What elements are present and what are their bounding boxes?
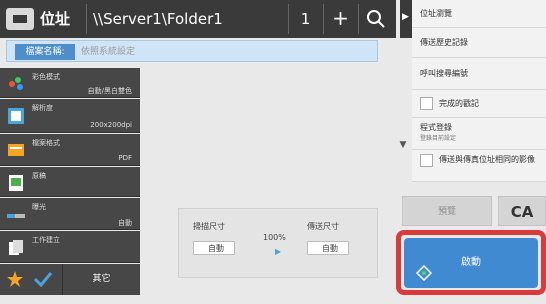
menu-item-file-format[interactable]: 檔案格式 PDF — [0, 134, 140, 166]
send-history-item[interactable]: 傳送歷史記錄 — [412, 28, 546, 58]
menu-value: PDF — [118, 154, 132, 162]
confirm-button[interactable] — [32, 270, 54, 288]
file-format-icon — [6, 140, 26, 160]
menu-title: 彩色模式 — [32, 73, 60, 81]
ca-button[interactable]: CA — [498, 196, 546, 226]
address-label: 位址 — [40, 10, 71, 28]
scroll-down-icon[interactable]: ▼ — [396, 138, 410, 152]
start-label: 啟動 — [461, 257, 481, 268]
color-mode-icon — [6, 74, 26, 94]
menu-item-color-mode[interactable]: 彩色模式 自動/黑白雙色 — [0, 68, 140, 98]
menu-title: 檔案格式 — [32, 139, 60, 147]
exposure-icon — [6, 206, 26, 226]
menu-value: 自動/黑白雙色 — [87, 87, 132, 95]
sidebar-toggle[interactable]: ▶ — [400, 0, 412, 38]
same-image-item[interactable]: 傳送與傳真位址相同的影像 — [412, 150, 546, 182]
checkbox[interactable] — [420, 97, 433, 110]
menu-title: 曝光 — [32, 203, 46, 211]
menu-item-original[interactable]: 原稿 — [0, 167, 140, 197]
scan-size-label: 掃描尺寸 — [193, 222, 225, 231]
size-panel[interactable]: 掃描尺寸 傳送尺寸 自動 100% ▶ 自動 — [178, 208, 378, 278]
arrow-right-icon: ▶ — [275, 247, 282, 256]
resolution-icon — [6, 106, 26, 126]
job-build-icon — [6, 238, 26, 258]
bottom-bar: 其它 — [0, 264, 140, 295]
menu-item-exposure[interactable]: 曝光 自動 — [0, 198, 140, 230]
send-size-value[interactable]: 自動 — [307, 241, 349, 255]
preview-button[interactable]: 預覽 — [402, 196, 492, 226]
collapse-icon: ▶ — [402, 12, 409, 22]
menu-title: 工作建立 — [32, 236, 60, 244]
ratio-value: 100% — [263, 233, 286, 242]
same-image-label: 傳送與傳真位址相同的影像 — [439, 155, 535, 164]
address-book-button[interactable] — [6, 8, 34, 30]
call-search-number-item[interactable]: 呼叫搜尋編號 — [412, 58, 546, 90]
address-count: 1 — [288, 4, 322, 34]
menu-title: 原稿 — [32, 172, 46, 180]
filename-input[interactable]: 依照系統設定 — [81, 44, 281, 60]
address-browse-item[interactable]: 位址瀏覽 — [412, 0, 546, 28]
search-icon — [367, 10, 385, 28]
menu-value: 200x200dpi — [90, 121, 132, 129]
add-address-button[interactable]: + — [323, 4, 357, 34]
start-button[interactable]: 啟動 — [404, 238, 538, 288]
send-size-label: 傳送尺寸 — [307, 222, 339, 231]
filename-label: 檔案名稱: — [15, 44, 75, 60]
menu-item-resolution[interactable]: 解析度 200x200dpi — [0, 99, 140, 133]
address-book-icon — [13, 15, 27, 23]
other-button[interactable]: 其它 — [62, 264, 140, 295]
checkmark-icon — [33, 272, 53, 288]
completed-stamp-item[interactable]: 完成的戳記 — [412, 90, 546, 118]
original-icon — [6, 173, 26, 193]
address-field[interactable]: \\Server1\Folder1 — [86, 4, 286, 34]
star-icon — [7, 271, 23, 287]
filename-row[interactable]: 檔案名稱: 依照系統設定 — [6, 40, 378, 62]
search-button[interactable] — [358, 4, 392, 34]
checkbox[interactable] — [420, 154, 433, 167]
favorites-button[interactable] — [6, 270, 24, 288]
menu-value: 自動 — [118, 219, 132, 227]
program-register-label: 程式登錄 — [420, 123, 452, 132]
program-register-sub: 登錄目前設定 — [420, 135, 457, 142]
completed-stamp-label: 完成的戳記 — [439, 99, 479, 108]
program-register-item[interactable]: 程式登錄 登錄目前設定 — [412, 118, 546, 150]
menu-title: 解析度 — [32, 104, 53, 112]
menu-item-job-build[interactable]: 工作建立 — [0, 231, 140, 263]
start-icon — [415, 254, 433, 282]
scan-size-value[interactable]: 自動 — [193, 241, 235, 255]
